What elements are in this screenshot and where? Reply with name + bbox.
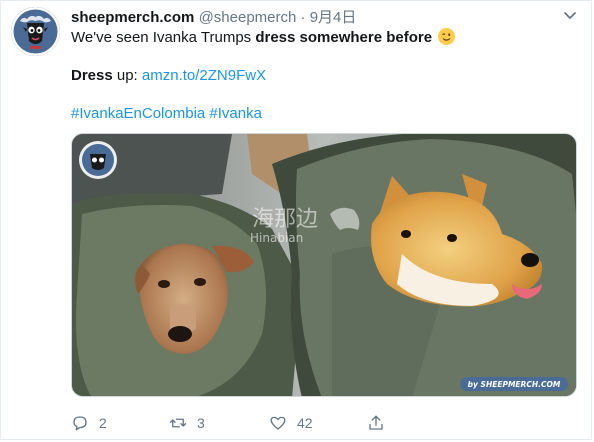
- avatar[interactable]: [11, 7, 60, 56]
- hashtag-ivankaencolombia[interactable]: #IvankaEnColombia: [71, 105, 205, 122]
- heart-icon: [270, 416, 286, 430]
- reply-count: 2: [99, 415, 107, 431]
- reply-icon: [73, 416, 87, 431]
- tweet-date[interactable]: 9月4日: [310, 9, 357, 26]
- user-handle[interactable]: @sheepmerch: [199, 9, 297, 26]
- retweet-count: 3: [197, 415, 205, 431]
- like-count: 42: [297, 415, 313, 431]
- badge-text: by SHEEPMERCH.COM: [468, 380, 561, 389]
- sheep-logo-icon: [11, 7, 60, 56]
- watermark-cn: 海那边: [252, 207, 318, 232]
- share-icon: [369, 415, 383, 430]
- display-name[interactable]: sheepmerch.com: [71, 9, 194, 26]
- tweet-header: sheepmerch.com @sheepmerch · 9月4日: [71, 8, 561, 28]
- tweet-hashtags: #IvankaEnColombia #Ivanka: [71, 104, 571, 124]
- tweet-card[interactable]: sheepmerch.com @sheepmerch · 9月4日 We've …: [0, 0, 592, 440]
- tweet-line-2-bold: Dress: [71, 67, 113, 84]
- header-separator: ·: [300, 9, 306, 26]
- tweet-actions: 2 3 42: [71, 411, 411, 435]
- hashtag-ivanka[interactable]: #Ivanka: [209, 105, 262, 122]
- winking-face-emoji-icon: [438, 28, 456, 45]
- tweet-line-2-text: up:: [112, 67, 142, 84]
- tweet-line-1-text: We've seen Ivanka Trumps: [71, 29, 256, 46]
- chevron-down-icon[interactable]: [563, 11, 577, 21]
- tweet-line-1: We've seen Ivanka Trumps dress somewhere…: [71, 28, 571, 48]
- reply-button[interactable]: 2: [71, 411, 107, 435]
- tweet-media-image[interactable]: 海那边 Hinabian by SHEEPMERCH.COM: [71, 133, 577, 397]
- retweet-button[interactable]: 3: [169, 411, 205, 435]
- tweet-text: We've seen Ivanka Trumps dress somewhere…: [71, 28, 571, 124]
- like-button[interactable]: 42: [269, 411, 313, 435]
- watermark-en: Hinabian: [250, 231, 303, 245]
- dress-dogs-illustration: 海那边 Hinabian by SHEEPMERCH.COM: [72, 134, 576, 396]
- share-button[interactable]: [367, 411, 385, 435]
- retweet-icon: [169, 418, 187, 428]
- amazon-link[interactable]: amzn.to/2ZN9FwX: [142, 67, 266, 84]
- sheep-logo-watermark-icon: [79, 141, 117, 179]
- tweet-line-2: Dress up: amzn.to/2ZN9FwX: [71, 66, 571, 86]
- tweet-line-1-bold: dress somewhere before: [255, 29, 433, 46]
